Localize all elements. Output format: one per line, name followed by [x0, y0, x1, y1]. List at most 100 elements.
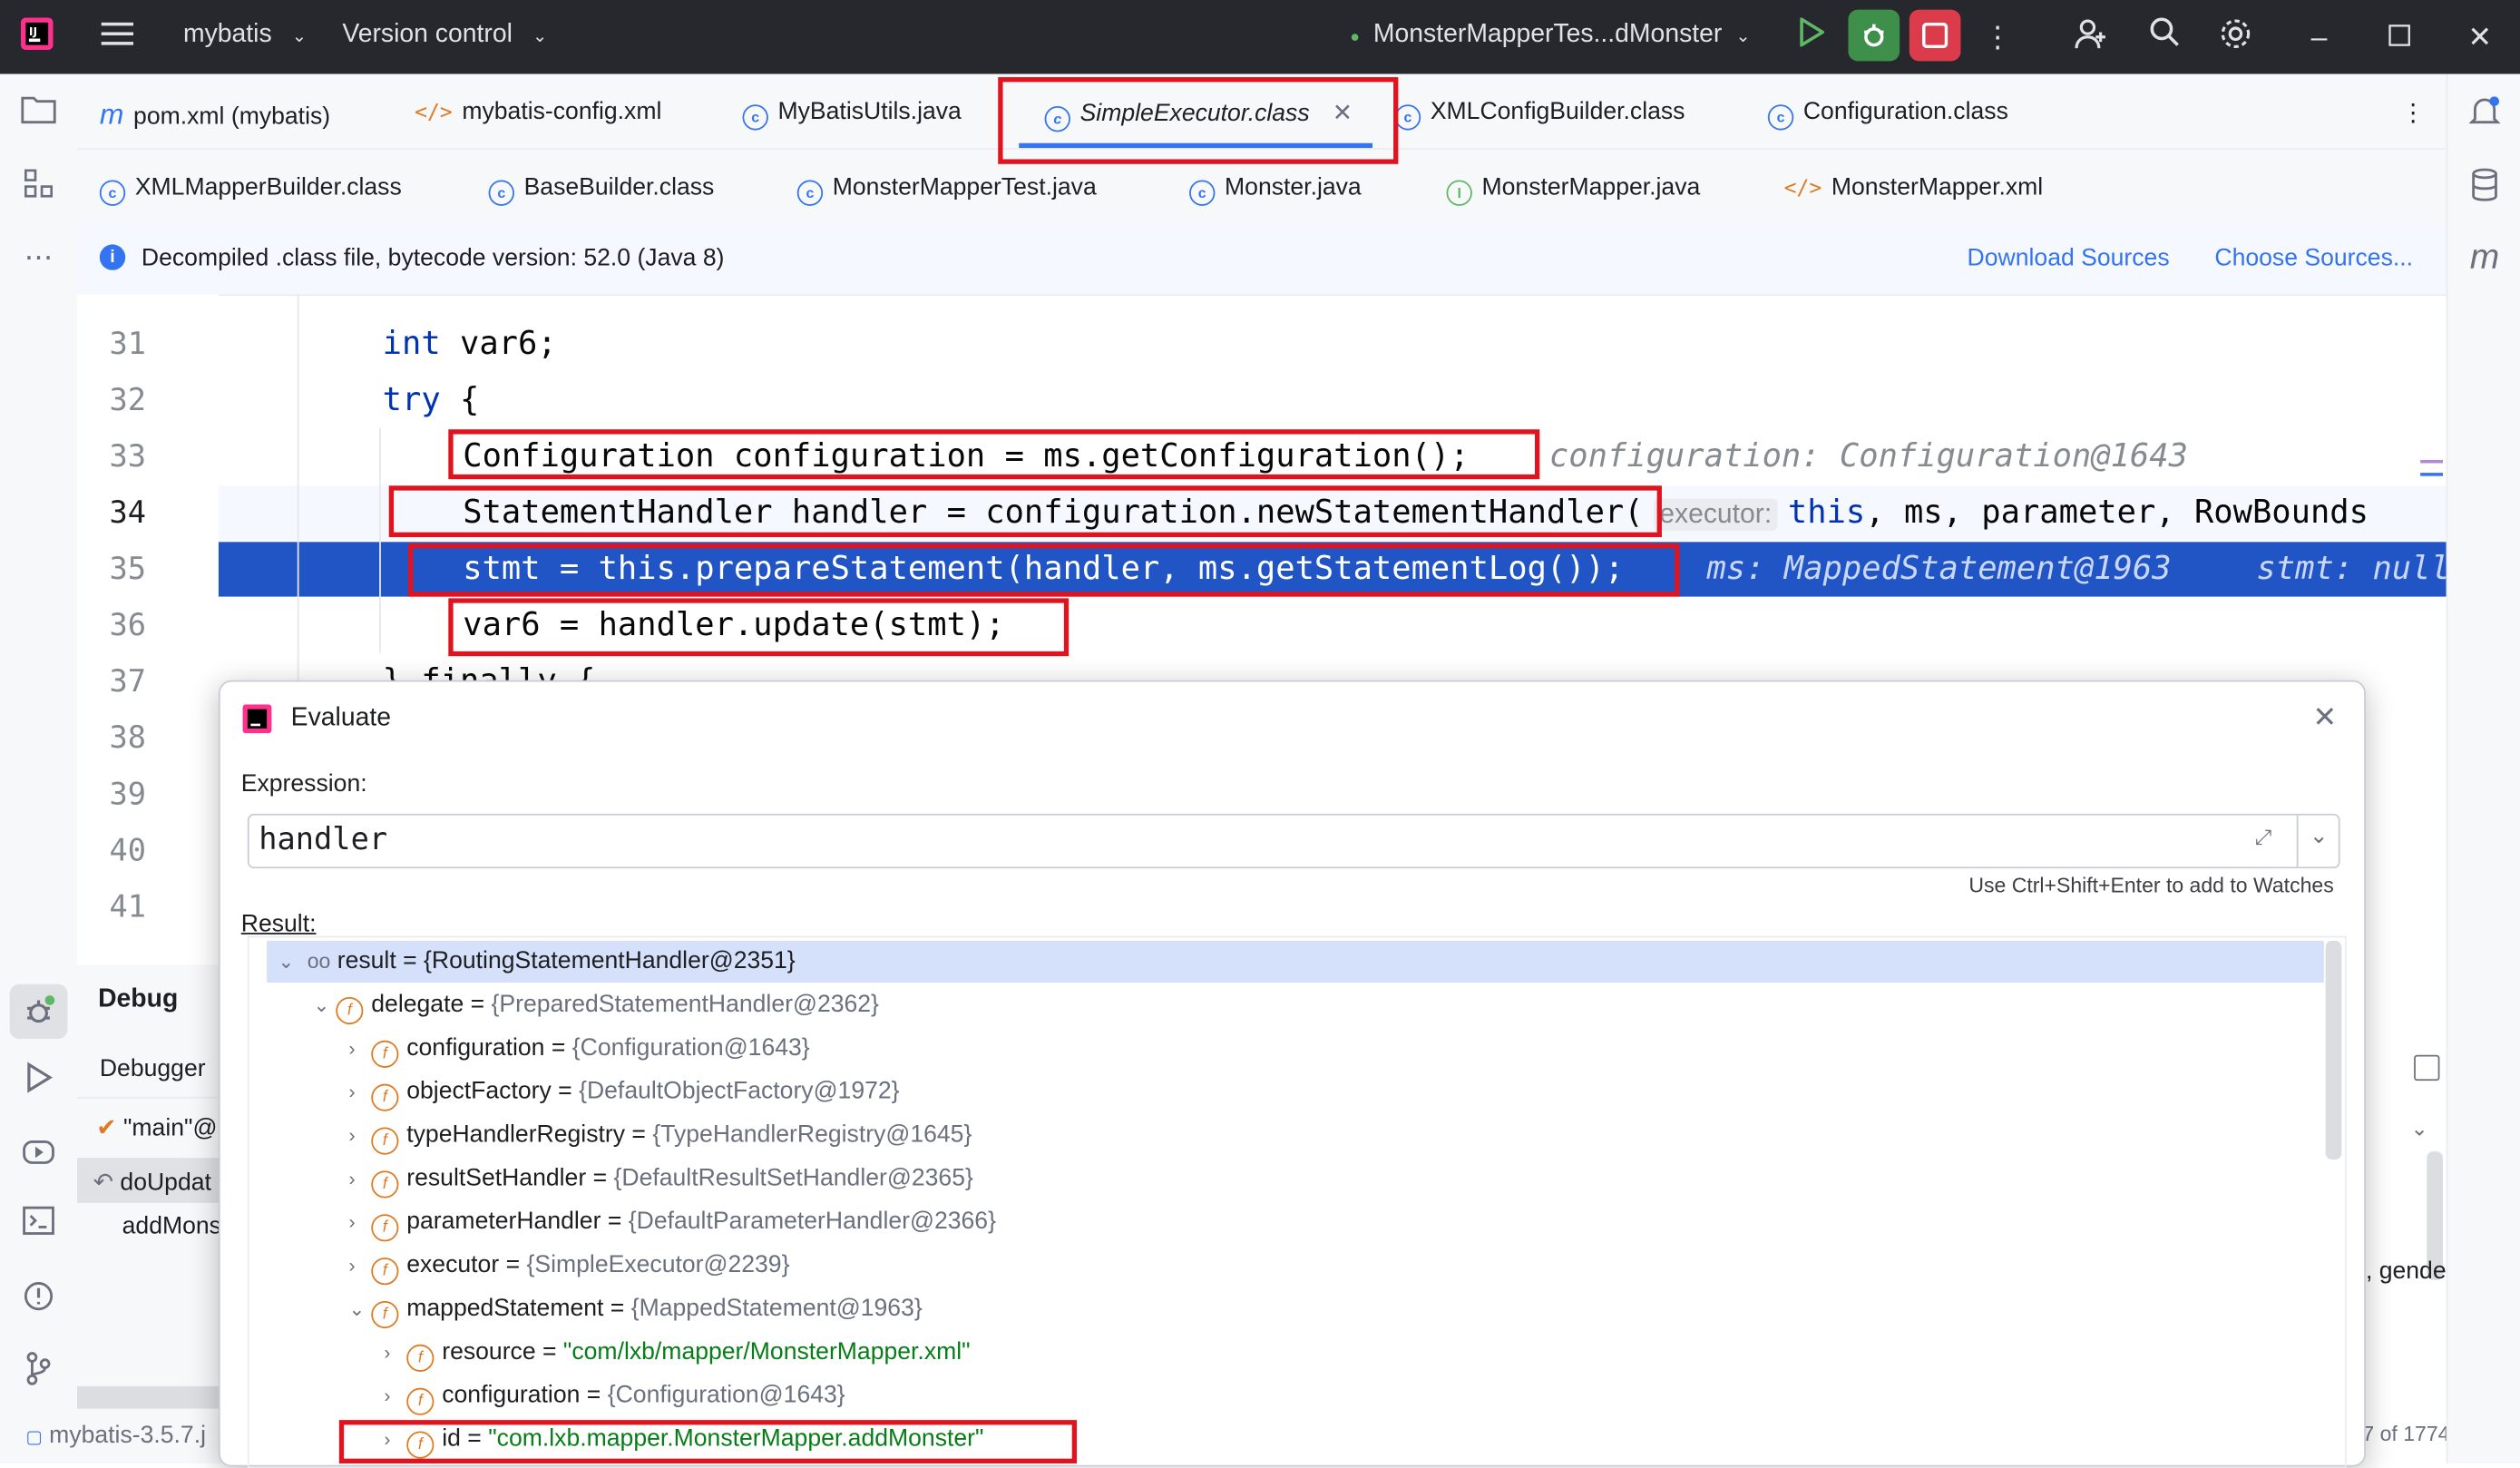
chevron-right-icon[interactable]: › — [348, 1124, 371, 1147]
parameter-hint: executor: — [1653, 498, 1779, 531]
watch-glasses-icon: oo — [307, 948, 331, 974]
layout-icon[interactable] — [2414, 1054, 2440, 1081]
expand-icon[interactable]: ⤢ — [2255, 825, 2271, 850]
minimize-icon[interactable]: – — [2299, 16, 2340, 58]
tab-monstermapper-java[interactable]: I MonsterMapper.java — [1446, 173, 1700, 206]
right-tool-strip: m — [2446, 73, 2520, 1463]
chevron-down-icon[interactable]: ⌄ — [313, 993, 336, 1016]
chevron-right-icon[interactable]: › — [348, 1081, 371, 1103]
more-actions-icon[interactable]: ⋮ — [1977, 16, 2018, 58]
add-user-icon[interactable] — [2070, 16, 2112, 58]
chevron-right-icon[interactable]: › — [348, 1168, 371, 1190]
tab-configuration-class[interactable]: c Configuration.class — [1767, 98, 2008, 131]
stop-icon[interactable] — [1909, 9, 1961, 62]
tab-basebuilder-class[interactable]: c BaseBuilder.class — [488, 173, 715, 206]
class-icon: c — [796, 180, 824, 206]
run-configuration-selector[interactable]: ● MonsterMapperTes...dMonster ⌄ — [1350, 21, 1750, 50]
tree-value: {Configuration@1643} — [607, 1381, 845, 1409]
maven-icon[interactable]: m — [2466, 237, 2505, 277]
expression-input[interactable]: handler ⤢ ⌄ — [247, 813, 2340, 869]
evaluate-dialog: Evaluate ✕ Expression: handler ⤢ ⌄ Use C… — [218, 680, 2366, 1468]
tab-options-icon[interactable]: ⋮ — [2401, 98, 2426, 127]
more-tools-icon[interactable]: ⋯ — [19, 238, 58, 277]
line-number: 33 — [109, 438, 147, 475]
tree-row-result[interactable]: ⌄ oo result = {RoutingStatementHandler@2… — [278, 947, 796, 974]
close-dialog-icon[interactable]: ✕ — [2312, 701, 2337, 735]
field-icon: f — [371, 1258, 399, 1286]
tree-row-resource[interactable]: › f resource = "com/lxb/mapper/MonsterMapp… — [384, 1338, 971, 1372]
tab-label: XMLMapperBuilder.class — [134, 173, 402, 201]
tree-name: mappedStatement — [406, 1294, 604, 1322]
thread-selector[interactable]: ✔ "main"@ — [96, 1113, 217, 1141]
xml-icon: </> — [1783, 176, 1822, 201]
download-sources-link[interactable]: Download Sources — [1968, 244, 2170, 271]
chevron-down-icon[interactable]: ⌄ — [2411, 1116, 2428, 1141]
line-number: 35 — [109, 551, 147, 587]
code-line-32[interactable]: try { — [383, 379, 480, 418]
git-branch-icon[interactable] — [19, 1351, 58, 1390]
frame-item[interactable]: ↶ doUpdat — [93, 1168, 211, 1197]
tree-row-parameterhandler[interactable]: › f parameterHandler = {DefaultParameterHa… — [348, 1208, 996, 1242]
services-icon[interactable] — [19, 1135, 58, 1174]
memory-indicator[interactable]: 7 of 1774M — [2362, 1422, 2446, 1446]
code-line-31[interactable]: int var6; — [383, 323, 557, 362]
intellij-logo-icon[interactable]: IJ — [16, 16, 58, 58]
chevron-right-icon[interactable]: › — [384, 1341, 406, 1364]
tree-row-delegate[interactable]: ⌄ f delegate = {PreparedStatementHandler@2… — [313, 991, 879, 1025]
maximize-icon[interactable] — [2378, 16, 2420, 58]
tree-row-mappedstatement[interactable]: ⌄ f mappedStatement = {MappedStatement@196… — [348, 1294, 923, 1329]
horizontal-scrollbar[interactable] — [77, 1385, 219, 1409]
tab-monstermapper-xml[interactable]: </> MonsterMapper.xml — [1784, 173, 2044, 201]
tree-row-executor[interactable]: › f executor = {SimpleExecutor@2239} — [348, 1251, 789, 1286]
frame-item[interactable]: addMons — [122, 1212, 221, 1239]
tree-scrollbar[interactable] — [2325, 940, 2342, 1160]
chevron-right-icon[interactable]: › — [348, 1255, 371, 1277]
project-folder-icon[interactable] — [19, 93, 58, 132]
tree-row-typehandlerregistry[interactable]: › f typeHandlerRegistry = {TypeHandlerRegi… — [348, 1121, 972, 1155]
line-number: 32 — [109, 382, 147, 418]
tab-label: BaseBuilder.class — [523, 173, 715, 201]
tab-mybatisutils-java[interactable]: c MyBatisUtils.java — [742, 98, 962, 131]
tab-label: MonsterMapperTest.java — [832, 173, 1097, 201]
terminal-icon[interactable] — [19, 1206, 58, 1245]
project-switcher[interactable]: mybatis ⌄ — [183, 21, 307, 50]
debugger-tab[interactable]: Debugger — [100, 1055, 206, 1082]
tree-value: {DefaultParameterHandler@2366} — [628, 1208, 996, 1236]
run-icon[interactable] — [1791, 16, 1832, 58]
tab-monstermappertest-java[interactable]: c MonsterMapperTest.java — [796, 173, 1097, 206]
line-number: 38 — [109, 720, 147, 757]
close-window-icon[interactable]: ✕ — [2459, 16, 2501, 58]
tree-row-objectfactory[interactable]: › f objectFactory = {DefaultObjectFactory@… — [348, 1078, 900, 1111]
main-menu-icon[interactable] — [96, 16, 138, 58]
inline-value-hint: stmt: null — [2256, 548, 2447, 587]
notifications-bell-icon[interactable] — [2466, 93, 2505, 132]
status-module[interactable]: ▢ mybatis-3.5.7.j — [25, 1422, 206, 1449]
chevron-right-icon[interactable]: › — [348, 1037, 371, 1060]
code-line-37[interactable]: } finally { — [383, 661, 596, 680]
history-chevron-down-icon[interactable]: ⌄ — [2310, 822, 2329, 849]
tab-xmlconfigbuilder-class[interactable]: c XMLConfigBuilder.class — [1394, 98, 1685, 131]
structure-icon[interactable] — [19, 167, 58, 206]
search-icon[interactable] — [2144, 16, 2185, 58]
database-icon[interactable] — [2466, 167, 2505, 206]
tab-xmlmapperbuilder-class[interactable]: c XMLMapperBuilder.class — [99, 173, 402, 206]
debug-icon[interactable] — [1848, 9, 1900, 62]
problems-icon[interactable] — [19, 1280, 58, 1319]
chevron-right-icon[interactable]: › — [348, 1211, 371, 1234]
run-tool-icon[interactable] — [19, 1062, 58, 1101]
chevron-right-icon[interactable]: › — [384, 1385, 406, 1407]
tree-row-configuration[interactable]: › f configuration = {Configuration@1643} — [348, 1034, 810, 1068]
tab-monster-java[interactable]: c Monster.java — [1189, 173, 1362, 206]
tree-row-configuration[interactable]: › f configuration = {Configuration@1643} — [384, 1382, 845, 1415]
chevron-down-icon[interactable]: ⌄ — [278, 951, 301, 974]
tree-value: {MappedStatement@1963} — [630, 1294, 923, 1322]
tab-pom-xml[interactable]: m pom.xml (mybatis) — [100, 98, 330, 132]
tree-row-resultsethandler[interactable]: › f resultSetHandler = {DefaultResultSetHa… — [348, 1164, 973, 1199]
vcs-menu[interactable]: Version control ⌄ — [342, 21, 547, 50]
variable-snippet: , gende — [2365, 1258, 2447, 1286]
debug-tool-icon[interactable] — [9, 984, 68, 1040]
chevron-down-icon[interactable]: ⌄ — [348, 1297, 371, 1320]
settings-gear-icon[interactable] — [2214, 16, 2256, 58]
choose-sources-link[interactable]: Choose Sources... — [2214, 244, 2413, 271]
tab-mybatis-config-xml[interactable]: </> mybatis-config.xml — [415, 98, 661, 125]
